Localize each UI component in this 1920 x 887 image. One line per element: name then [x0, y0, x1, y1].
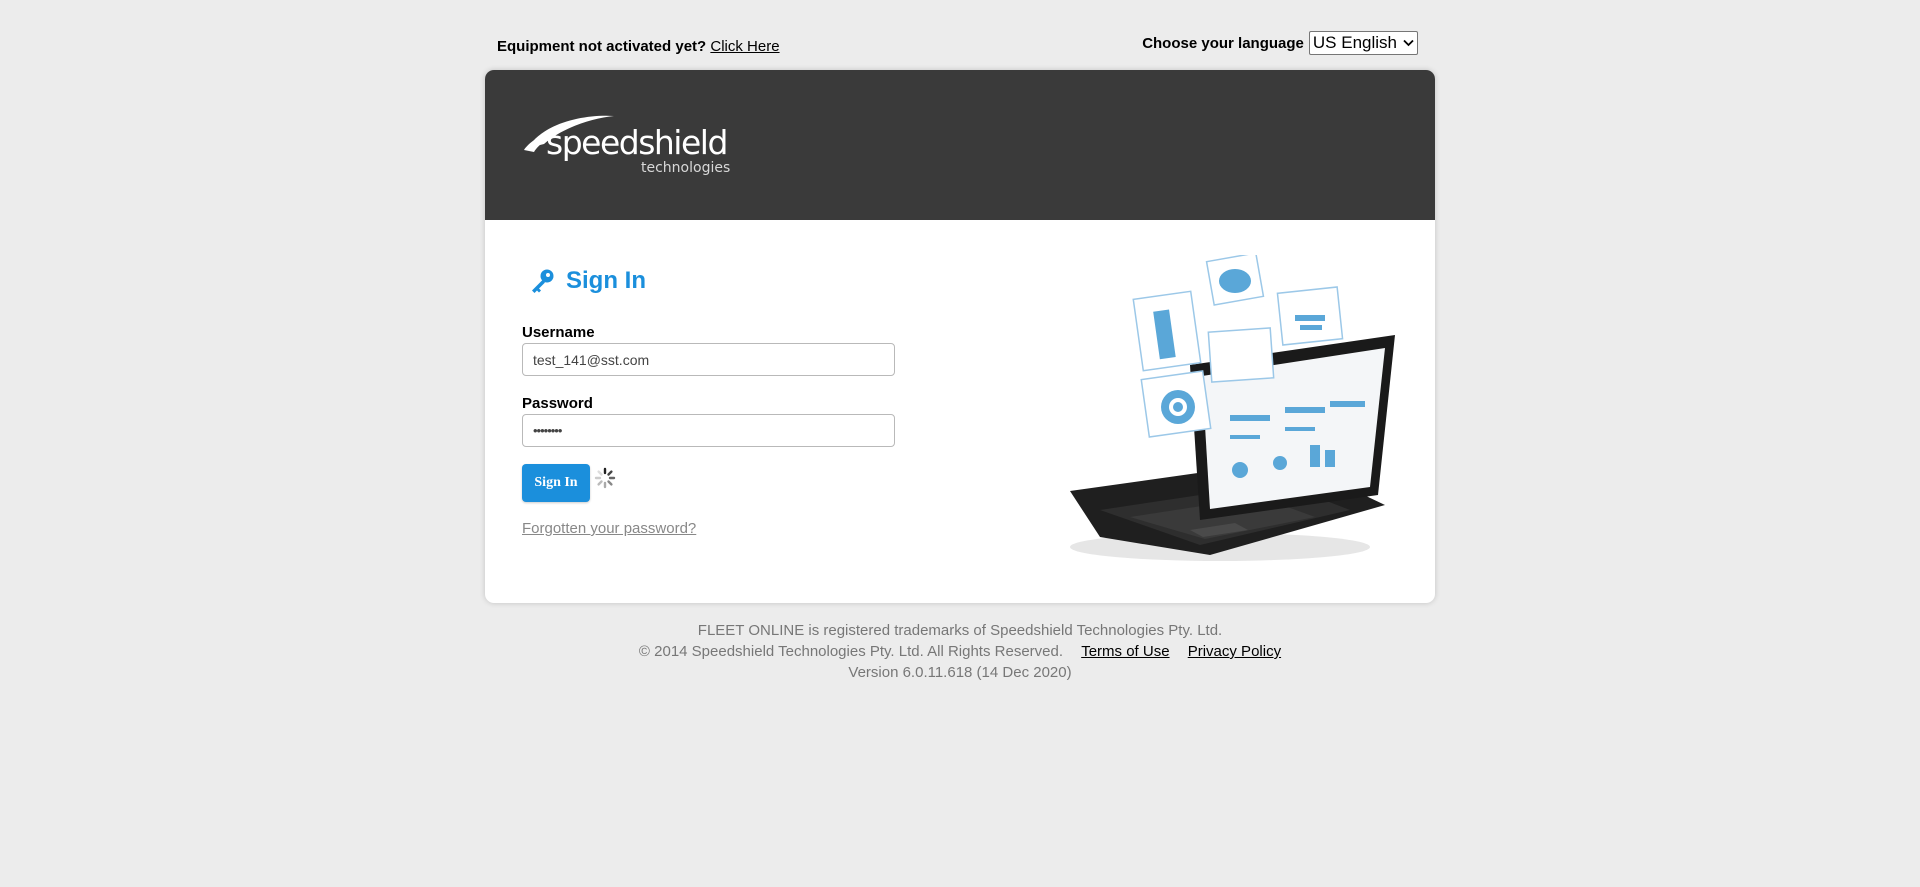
copyright-text: © 2014 Speedshield Technologies Pty. Ltd… [638, 643, 1064, 660]
trademark-text: FLEET ONLINE is registered trademarks of… [697, 622, 1223, 639]
activation-link[interactable]: Click Here [710, 38, 779, 55]
chevron-down-icon [1403, 39, 1414, 47]
username-input[interactable]: test_141@sst.com [522, 343, 895, 376]
password-input[interactable]: •••••••• [522, 414, 895, 447]
password-label: Password [522, 395, 593, 412]
key-icon [532, 269, 554, 293]
language-value: US English [1312, 33, 1397, 52]
laptop-dashboard-illustration [1070, 255, 1395, 561]
forgot-password-link[interactable]: Forgotten your password? [522, 520, 696, 537]
signin-heading: Sign In [528, 267, 646, 295]
language-select[interactable]: US English [1308, 31, 1418, 55]
terms-of-use-link[interactable]: Terms of Use [1081, 643, 1169, 660]
logo-sub-text: technologies [641, 160, 730, 176]
version-text: Version 6.0.11.618 (14 Dec 2020) [848, 664, 1072, 681]
loading-spinner-icon [594, 467, 616, 489]
signin-button[interactable]: Sign In [522, 464, 590, 502]
activation-text: Equipment not activated yet? [497, 38, 707, 55]
card-header: speedshield technologies [485, 70, 1435, 220]
username-label: Username [522, 324, 595, 341]
signin-title: Sign In [566, 267, 646, 294]
logo-main-text: speedshield [546, 123, 727, 162]
signin-card: speedshield technologies Sign In Usernam… [485, 70, 1435, 603]
language-label: Choose your language [1142, 34, 1304, 52]
activation-notice: Equipment not activated yet? Click Here [497, 38, 780, 55]
privacy-policy-link[interactable]: Privacy Policy [1188, 643, 1281, 660]
top-bar: Equipment not activated yet? Click Here … [485, 28, 1426, 58]
language-chooser: Choose your language US English [1142, 31, 1418, 55]
speedshield-logo: speedshield technologies [524, 115, 730, 176]
page-footer: FLEET ONLINE is registered trademarks of… [0, 620, 1920, 683]
